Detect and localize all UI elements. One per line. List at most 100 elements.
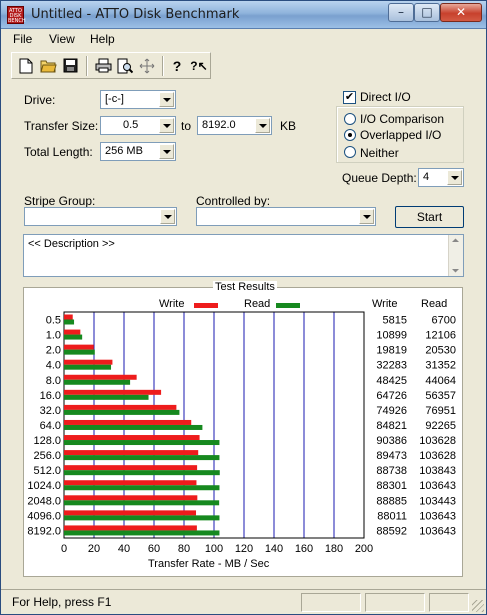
stripe-group-label: Stripe Group: xyxy=(24,194,96,208)
start-button[interactable]: Start xyxy=(395,206,464,228)
kb-label: KB xyxy=(280,119,297,133)
menu-help[interactable]: Help xyxy=(90,32,115,46)
overlapped-io-radio[interactable] xyxy=(344,129,356,141)
read-value: 6700 xyxy=(432,315,456,327)
menu-view[interactable]: View xyxy=(49,32,75,46)
app-window: ATTO DISK BENCH Untitled - ATTO Disk Ben… xyxy=(0,0,487,615)
total-length-value: 256 MB xyxy=(105,145,143,157)
description-textarea[interactable]: << Description >> xyxy=(23,234,464,277)
write-value: 88738 xyxy=(376,465,407,477)
atto-app-icon: ATTO DISK BENCH xyxy=(7,6,26,24)
read-bar xyxy=(64,379,131,385)
transfer-size-label: 2048.0 xyxy=(27,495,61,507)
read-bar xyxy=(64,394,149,400)
write-value: 64726 xyxy=(376,390,407,402)
minimize-button[interactable]: – xyxy=(388,3,414,22)
queue-depth-label: Queue Depth: xyxy=(342,171,417,185)
read-value: 103628 xyxy=(419,435,456,447)
move-icon[interactable] xyxy=(136,55,158,76)
title-bar[interactable]: ATTO DISK BENCH Untitled - ATTO Disk Ben… xyxy=(1,1,486,29)
read-bar xyxy=(64,409,180,415)
read-value: 103643 xyxy=(419,480,456,492)
maximize-button[interactable]: □ xyxy=(414,3,440,22)
drive-value: [-c-] xyxy=(105,93,124,105)
toolbar: ? ?↖ xyxy=(11,52,211,79)
menu-file[interactable]: File xyxy=(13,32,32,46)
chevron-down-icon[interactable] xyxy=(447,170,462,185)
write-bar xyxy=(64,344,94,350)
overlapped-io-label: Overlapped I/O xyxy=(360,128,442,142)
read-bar xyxy=(64,470,220,476)
transfer-size-label: 256.0 xyxy=(33,450,61,462)
transfer-size-label: 0.5 xyxy=(46,315,61,327)
io-comparison-radio[interactable] xyxy=(344,113,356,125)
print-icon[interactable] xyxy=(92,55,114,76)
x-tick-label: 100 xyxy=(205,543,223,555)
toolbar-separator xyxy=(162,56,164,76)
description-scrollbar[interactable] xyxy=(448,235,463,276)
read-value: 44064 xyxy=(425,375,456,387)
drive-select[interactable]: [-c-] xyxy=(100,90,176,109)
chevron-down-icon[interactable] xyxy=(159,118,174,133)
direct-io-label: Direct I/O xyxy=(360,90,411,104)
neither-radio[interactable] xyxy=(344,146,356,158)
chevron-down-icon[interactable] xyxy=(159,92,174,107)
read-value: 76951 xyxy=(425,405,456,417)
x-tick-label: 140 xyxy=(265,543,283,555)
read-value: 103443 xyxy=(419,495,456,507)
chevron-down-icon[interactable] xyxy=(160,209,175,224)
read-bar xyxy=(64,530,220,536)
transfer-size-label: 4.0 xyxy=(46,360,61,372)
write-bar xyxy=(64,510,197,516)
chevron-down-icon[interactable] xyxy=(359,209,374,224)
stripe-group-select[interactable] xyxy=(24,207,177,226)
write-bar xyxy=(64,419,192,425)
open-folder-icon[interactable] xyxy=(37,55,59,76)
status-pane xyxy=(429,593,469,612)
x-tick-label: 180 xyxy=(325,543,343,555)
transfer-size-label: 64.0 xyxy=(40,420,61,432)
controlled-by-select[interactable] xyxy=(196,207,376,226)
write-bar xyxy=(64,495,198,501)
context-help-icon[interactable]: ?↖ xyxy=(188,55,210,76)
write-value: 89473 xyxy=(376,450,407,462)
read-bar xyxy=(64,515,220,521)
chevron-down-icon[interactable] xyxy=(159,144,174,159)
save-icon[interactable] xyxy=(59,55,81,76)
queue-depth-value: 4 xyxy=(423,171,430,183)
write-bar xyxy=(64,314,73,320)
new-file-icon[interactable] xyxy=(15,55,37,76)
queue-depth-select[interactable]: 4 xyxy=(418,168,464,187)
resize-grip[interactable] xyxy=(472,600,484,612)
write-value: 19819 xyxy=(376,345,407,357)
status-pane xyxy=(365,593,425,612)
transfer-size-from-select[interactable]: 0.5 xyxy=(100,116,176,135)
transfer-size-to-select[interactable]: 8192.0 xyxy=(197,116,272,135)
status-pane xyxy=(301,593,361,612)
window-title: Untitled - ATTO Disk Benchmark xyxy=(31,7,240,22)
write-bar xyxy=(64,525,197,531)
read-bar xyxy=(64,440,220,446)
print-preview-icon[interactable] xyxy=(114,55,136,76)
x-tick-label: 80 xyxy=(178,543,190,555)
write-value: 88011 xyxy=(377,510,407,522)
chevron-down-icon[interactable] xyxy=(255,118,270,133)
help-icon[interactable]: ? xyxy=(166,55,188,76)
read-value: 56357 xyxy=(425,390,456,402)
transfer-size-label: 512.0 xyxy=(33,465,61,477)
read-value: 103628 xyxy=(419,450,456,462)
close-button[interactable]: ✕ xyxy=(440,3,482,22)
transfer-size-label: Transfer Size: xyxy=(24,119,99,133)
write-value: 32283 xyxy=(376,360,407,372)
transfer-size-label: 2.0 xyxy=(46,345,61,357)
direct-io-checkbox[interactable]: ✔ xyxy=(343,91,356,104)
transfer-size-label: 1024.0 xyxy=(27,480,61,492)
read-value: 12106 xyxy=(425,330,456,342)
write-value: 48425 xyxy=(376,375,407,387)
x-tick-label: 0 xyxy=(61,543,67,555)
transfer-rate-chart: 0 20 40 60 80 100 120 140 160 180 200 0.5 5815 6700 1.… xyxy=(27,311,456,555)
write-bar xyxy=(64,404,177,410)
total-length-select[interactable]: 256 MB xyxy=(100,142,176,161)
to-label: to xyxy=(181,119,192,133)
transfer-size-label: 32.0 xyxy=(40,405,61,417)
